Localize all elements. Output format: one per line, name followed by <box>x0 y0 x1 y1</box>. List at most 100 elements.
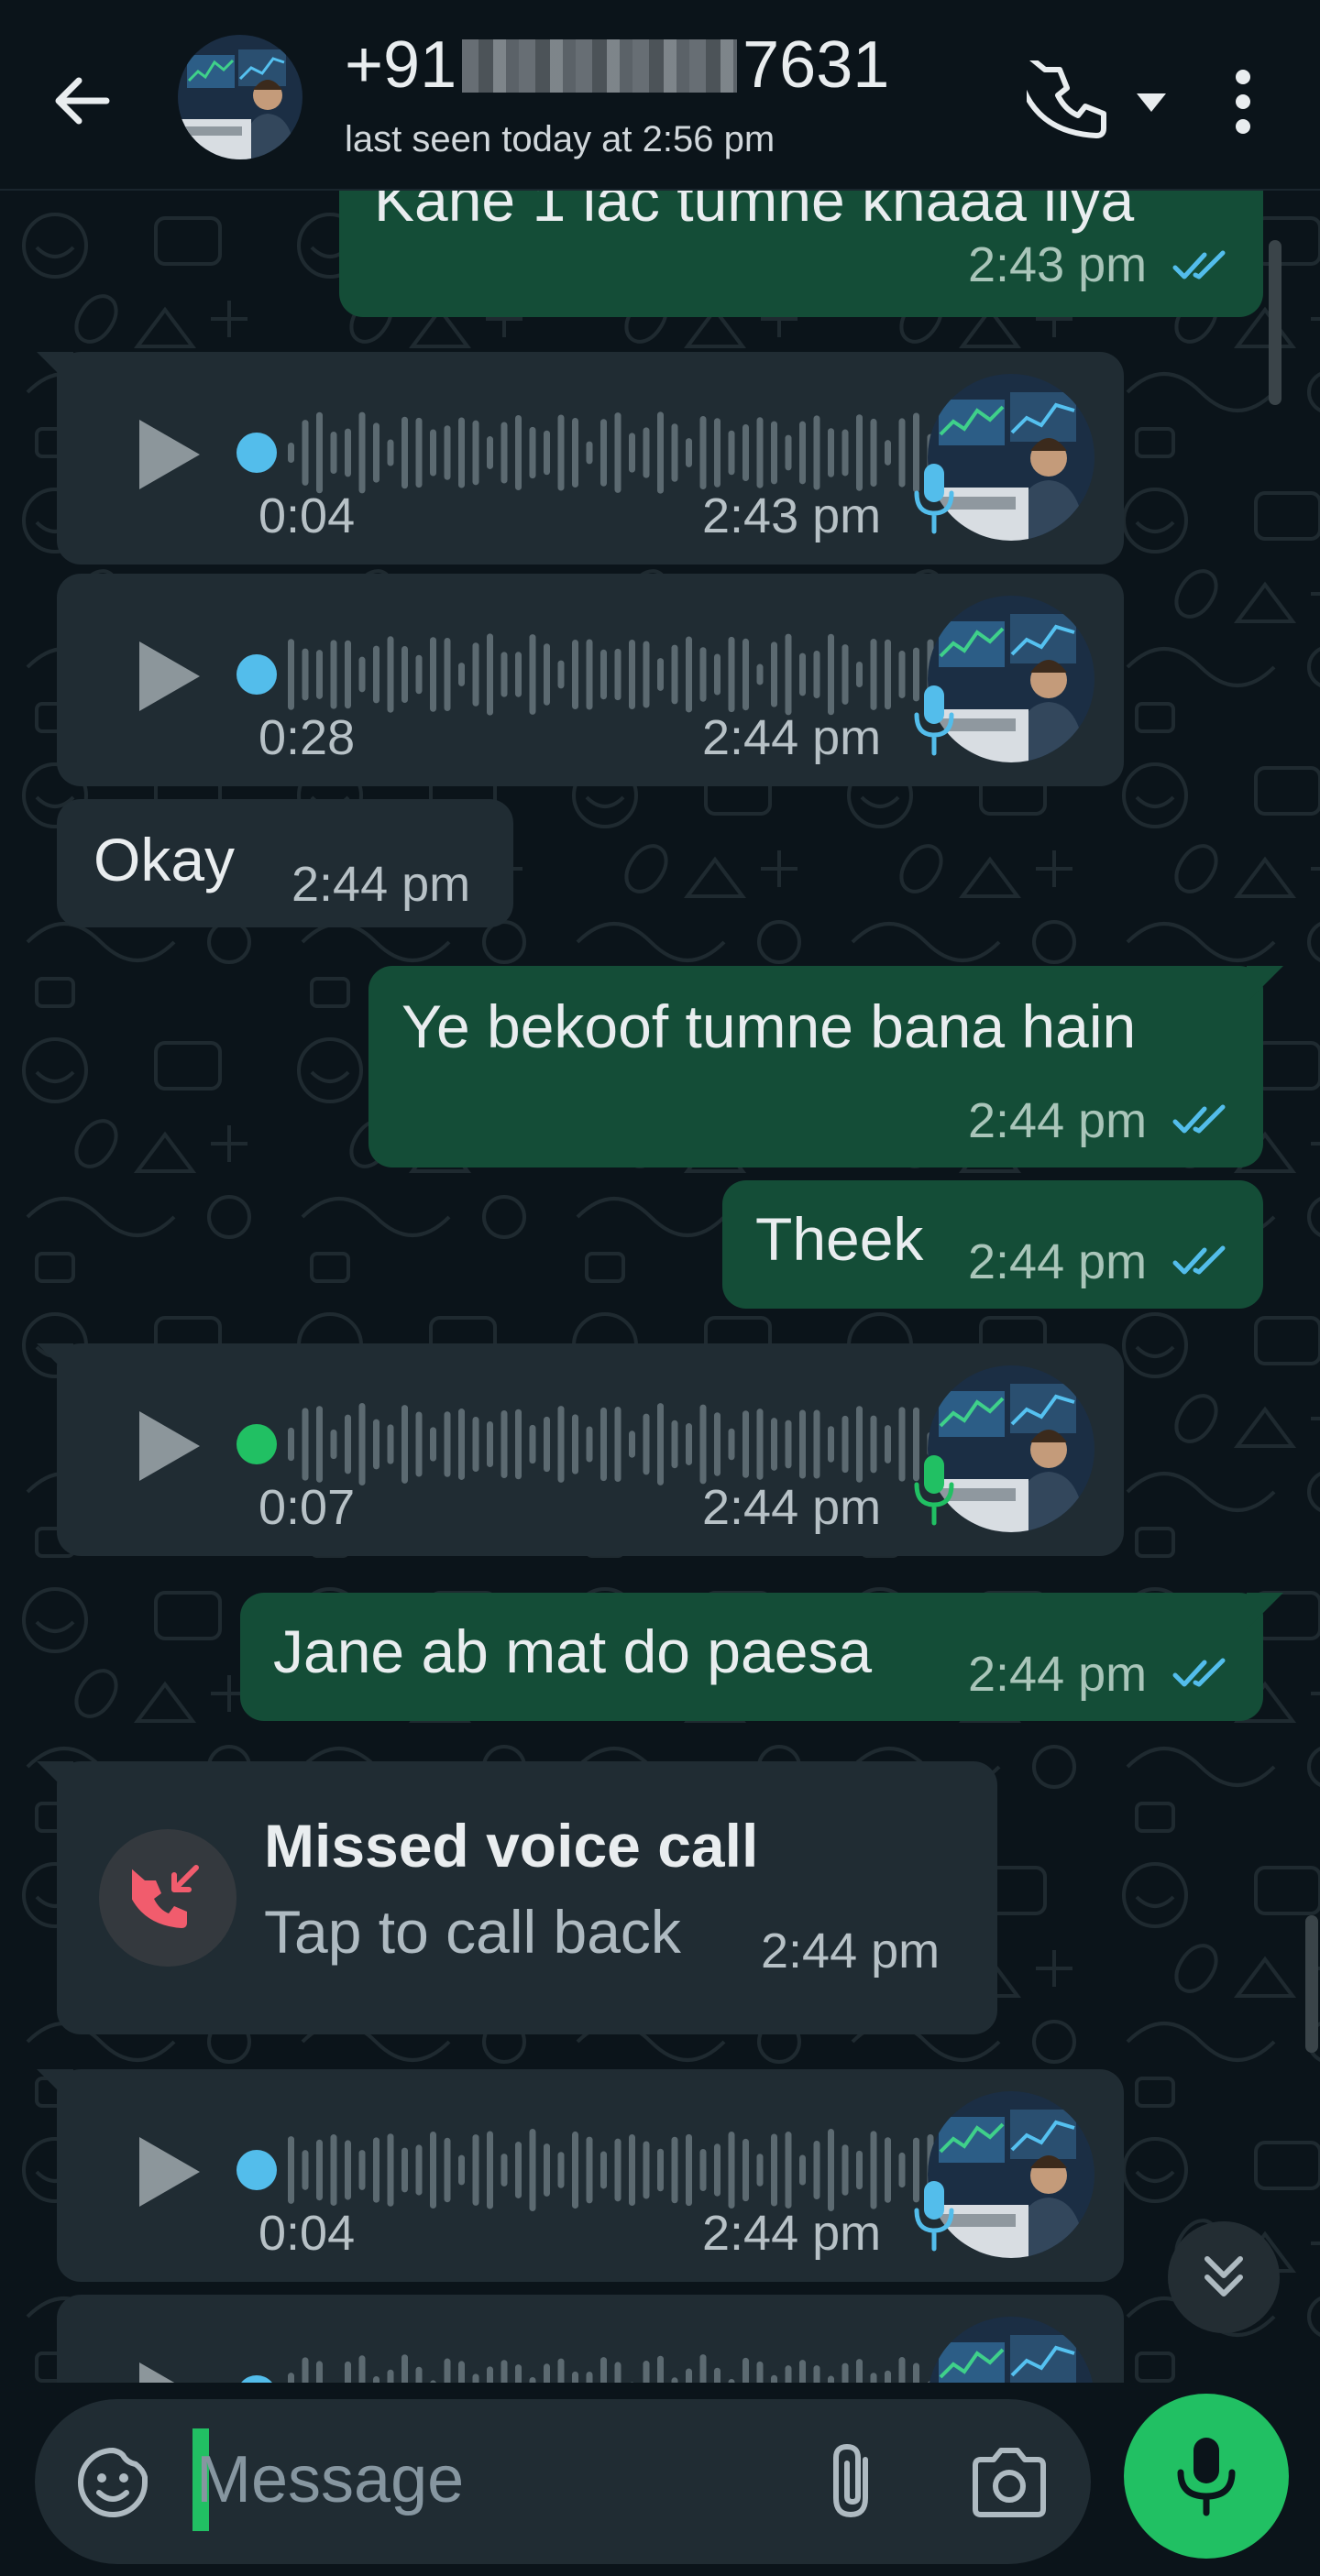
waveform-bar <box>714 2143 720 2197</box>
waveform-bar <box>856 2150 863 2190</box>
caret-down-icon[interactable] <box>1131 86 1172 119</box>
bubble-tail <box>1247 1593 1283 1629</box>
outgoing-message[interactable]: Theek 2:44 pm <box>722 1180 1263 1309</box>
outgoing-message[interactable]: Jane ab mat do paesa 2:44 pm <box>240 1593 1283 1721</box>
sticker-emoji-icon[interactable] <box>75 2445 150 2520</box>
waveform-bar <box>544 1416 550 1473</box>
message-time: 2:44 pm <box>292 857 471 912</box>
redacted-number <box>462 39 738 93</box>
waveform-bar <box>373 1419 380 1470</box>
bubble-tail <box>37 1761 73 1798</box>
voice-waveform[interactable] <box>288 629 948 720</box>
voice-duration: 0:04 <box>258 2206 356 2261</box>
waveform-bar <box>515 414 522 491</box>
waveform-bar <box>885 2137 891 2203</box>
paperclip-icon[interactable] <box>814 2439 896 2524</box>
waveform-bar <box>373 422 380 483</box>
waveform-bar <box>828 428 834 477</box>
waveform-bar <box>330 640 337 709</box>
waveform-bar <box>544 643 550 706</box>
waveform-bar <box>458 1409 465 1480</box>
contact-title[interactable]: +91 7631 <box>345 27 889 103</box>
waveform-bar <box>714 653 720 696</box>
waveform-bar <box>316 650 323 699</box>
waveform-bar <box>500 652 508 697</box>
phone-icon[interactable] <box>1027 60 1109 143</box>
waveform-bar <box>870 418 877 488</box>
incoming-message[interactable]: Okay 2:44 pm <box>57 799 513 927</box>
waveform-bar <box>358 2150 366 2190</box>
waveform-bar <box>813 2140 820 2200</box>
bubble-tail <box>37 352 73 389</box>
waveform-bar <box>856 1406 863 1483</box>
waveform-bar <box>756 2154 764 2187</box>
fast-scroll-handle[interactable] <box>1305 1915 1318 2053</box>
record-voice-button[interactable] <box>1124 2394 1289 2559</box>
waveform-bar <box>316 1406 323 1483</box>
contact-avatar[interactable] <box>178 35 302 159</box>
microphone-icon <box>1177 2438 1236 2516</box>
waveform-bar <box>529 634 536 715</box>
waveform-bar <box>458 2154 465 2186</box>
waveform-bar <box>799 652 806 696</box>
waveform-bar <box>487 436 493 469</box>
voice-duration: 0:28 <box>258 710 356 765</box>
waveform-bar <box>472 420 479 486</box>
waveform-bar <box>742 2138 749 2202</box>
camera-icon[interactable] <box>968 2443 1050 2522</box>
play-icon[interactable] <box>130 630 207 722</box>
waveform-bar <box>699 1404 707 1485</box>
voice-waveform[interactable] <box>288 2124 948 2216</box>
voice-progress-dot[interactable] <box>236 654 277 695</box>
waveform-bar <box>458 417 465 488</box>
waveform-bar <box>529 2129 536 2211</box>
waveform-bar <box>557 2152 565 2188</box>
bubble-tail <box>37 2069 73 2106</box>
waveform-bar <box>629 1431 635 1458</box>
voice-message[interactable]: 0:28 2:44 pm <box>57 574 1124 786</box>
waveform-bar <box>487 2131 493 2209</box>
voice-message[interactable]: 0:07 2:44 pm <box>37 1343 1124 1556</box>
message-time: 2:44 pm <box>702 2206 882 2261</box>
play-icon[interactable] <box>130 1400 207 1492</box>
voice-progress-dot[interactable] <box>236 1424 277 1464</box>
scroll-to-bottom-button[interactable] <box>1168 2221 1280 2333</box>
waveform-bar <box>870 1415 877 1474</box>
bubble-tail <box>37 1343 73 1380</box>
missed-call-message[interactable]: Missed voice call Tap to call back 2:44 … <box>37 1761 997 2034</box>
arrow-left-icon[interactable] <box>46 64 119 137</box>
call-back-link[interactable]: Tap to call back <box>264 1897 681 1967</box>
waveform-bar <box>699 415 707 490</box>
waveform-bar <box>600 1407 607 1482</box>
voice-duration: 0:07 <box>258 1480 356 1535</box>
waveform-bar <box>430 429 436 477</box>
voice-waveform[interactable] <box>288 407 948 499</box>
waveform-bar <box>472 1417 479 1472</box>
waveform-bar <box>686 1423 692 1465</box>
voice-message[interactable]: 0:04 2:43 pm <box>37 352 1124 565</box>
waveform-bar <box>699 2149 707 2191</box>
waveform-bar <box>373 2137 380 2203</box>
play-icon[interactable] <box>130 409 207 500</box>
waveform-bar <box>714 1412 720 1476</box>
waveform-bar <box>444 425 451 480</box>
voice-progress-dot[interactable] <box>236 433 277 473</box>
voice-progress-dot[interactable] <box>236 2150 277 2190</box>
waveform-bar <box>643 427 650 478</box>
scrollbar-thumb[interactable] <box>1269 240 1282 405</box>
waveform-bar <box>671 2136 678 2204</box>
waveform-bar <box>828 1426 834 1463</box>
waveform-bar <box>557 414 565 491</box>
waveform-bar <box>842 2144 849 2196</box>
message-input[interactable] <box>196 2427 801 2533</box>
voice-message[interactable]: 0:04 2:44 pm <box>37 2069 1124 2282</box>
waveform-bar <box>288 2136 294 2204</box>
more-vert-icon[interactable] <box>1216 60 1270 143</box>
waveform-bar <box>572 1414 578 1474</box>
waveform-bar <box>828 2129 834 2211</box>
outgoing-message[interactable]: Ye bekoof tumne bana hain 2:44 pm <box>368 966 1283 1167</box>
play-icon[interactable] <box>130 2126 207 2218</box>
waveform-bar <box>614 648 622 701</box>
voice-waveform[interactable] <box>288 1398 948 1490</box>
waveform-bar <box>614 1406 622 1483</box>
